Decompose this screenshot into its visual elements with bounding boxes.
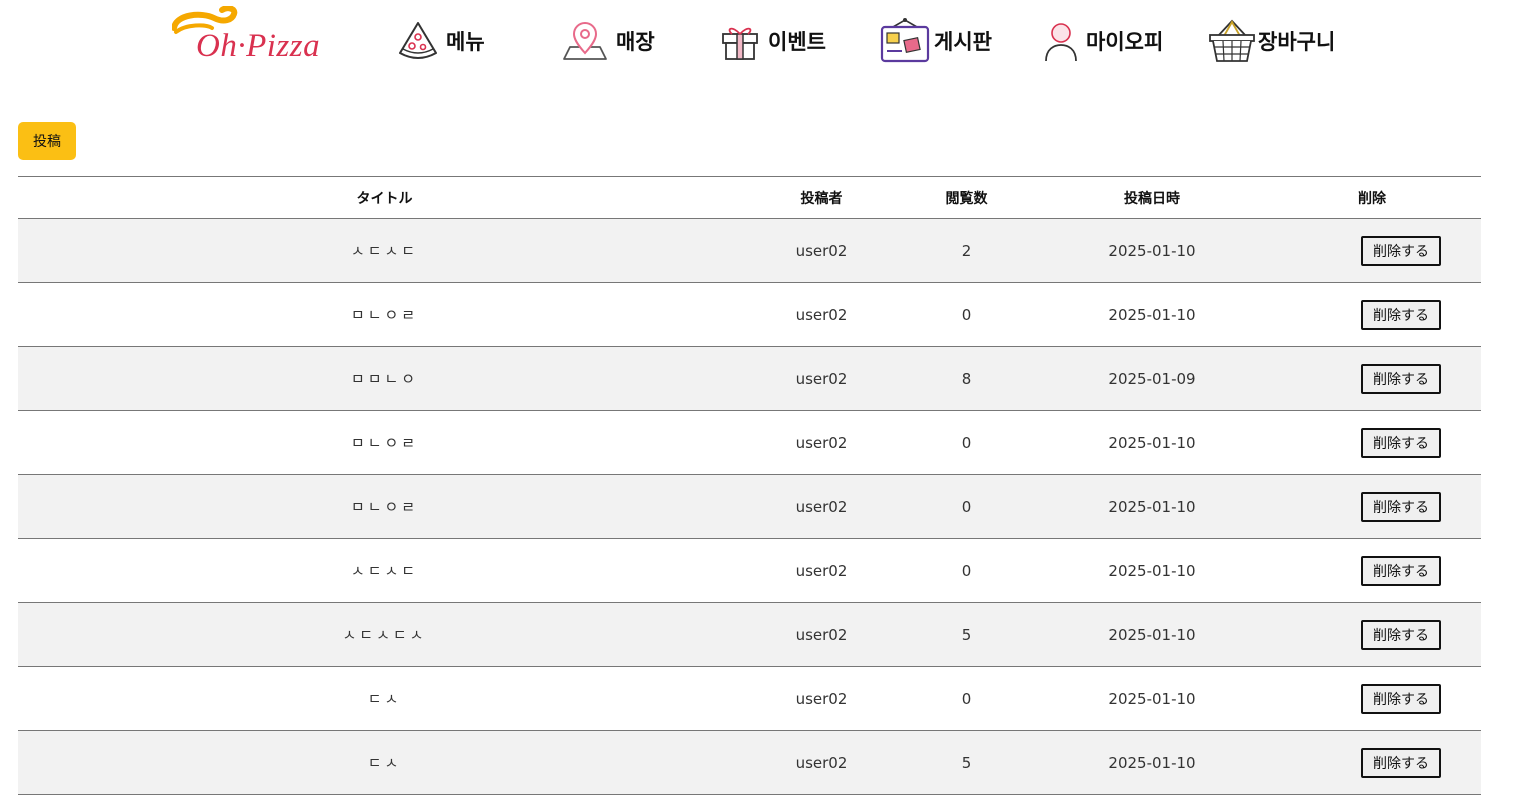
header-title: タイトル <box>18 176 751 219</box>
post-author: user02 <box>751 538 892 603</box>
post-date: 2025-01-09 <box>1041 346 1263 411</box>
table-row: ㅁㄴㅇㄹ user02 0 2025-01-10 削除する <box>18 282 1481 347</box>
nav-label: 매장 <box>616 30 655 54</box>
header-views: 閲覧数 <box>892 176 1041 219</box>
post-date: 2025-01-10 <box>1041 218 1263 283</box>
post-title[interactable]: ㅁㄴㅇㄹ <box>18 410 751 475</box>
delete-cell: 削除する <box>1263 602 1481 667</box>
delete-button[interactable]: 削除する <box>1361 683 1441 714</box>
delete-cell: 削除する <box>1263 474 1481 539</box>
delete-button[interactable]: 削除する <box>1361 555 1441 586</box>
post-views: 0 <box>892 474 1041 539</box>
board-body: ㅅㄷㅅㄷ user02 2 2025-01-10 削除する ㅁㄴㅇㄹ user02 0 2025… <box>18 218 1481 795</box>
delete-button[interactable]: 削除する <box>1361 235 1441 266</box>
nav-item-cart[interactable]: 장바구니 <box>1208 14 1335 68</box>
post-views: 0 <box>892 666 1041 731</box>
table-row: ㅅㄷㅅㄷ user02 0 2025-01-10 削除する <box>18 538 1481 603</box>
delete-cell: 削除する <box>1263 730 1481 795</box>
table-row: ㄷㅅ user02 0 2025-01-10 削除する <box>18 666 1481 731</box>
delete-cell: 削除する <box>1263 538 1481 603</box>
logo[interactable]: Oh·Pizza <box>172 6 332 66</box>
post-author: user02 <box>751 410 892 475</box>
bulletin-board-icon <box>878 17 932 65</box>
table-header-row: タイトル 投稿者 閲覧数 投稿日時 削除 <box>18 176 1481 219</box>
post-date: 2025-01-10 <box>1041 538 1263 603</box>
nav-label: 메뉴 <box>446 30 485 54</box>
delete-button[interactable]: 削除する <box>1361 619 1441 650</box>
post-author: user02 <box>751 218 892 283</box>
nav-item-board[interactable]: 게시판 <box>878 14 992 68</box>
nav-label: 게시판 <box>934 30 992 54</box>
post-views: 0 <box>892 538 1041 603</box>
table-row: ㅁㅁㄴㅇ user02 8 2025-01-09 削除する <box>18 346 1481 411</box>
gift-icon <box>718 19 762 63</box>
post-title[interactable]: ㅅㄷㅅㄷ <box>18 218 751 283</box>
site-header: Oh·Pizza 메뉴 매장 이벤트 게시판 마이오피 장바구니 <box>0 0 1524 92</box>
post-title[interactable]: ㅅㄷㅅㄷㅅ <box>18 602 751 667</box>
delete-button[interactable]: 削除する <box>1361 747 1441 778</box>
user-icon <box>1042 19 1080 63</box>
post-date: 2025-01-10 <box>1041 730 1263 795</box>
post-title[interactable]: ㅅㄷㅅㄷ <box>18 538 751 603</box>
nav-label: 장바구니 <box>1258 30 1336 54</box>
logo-text: Oh·Pizza <box>196 28 321 64</box>
post-button[interactable]: 投稿 <box>18 122 76 160</box>
post-date: 2025-01-10 <box>1041 410 1263 475</box>
nav-item-event[interactable]: 이벤트 <box>718 14 826 68</box>
post-views: 5 <box>892 602 1041 667</box>
table-row: ㄷㅅ user02 5 2025-01-10 削除する <box>18 730 1481 795</box>
delete-button[interactable]: 削除する <box>1361 299 1441 330</box>
post-views: 5 <box>892 730 1041 795</box>
post-date: 2025-01-10 <box>1041 666 1263 731</box>
table-row: ㅁㄴㅇㄹ user02 0 2025-01-10 削除する <box>18 474 1481 539</box>
post-author: user02 <box>751 282 892 347</box>
header-delete: 削除 <box>1263 176 1481 219</box>
post-author: user02 <box>751 346 892 411</box>
post-views: 0 <box>892 410 1041 475</box>
nav-label: 마이오피 <box>1086 30 1164 54</box>
post-title[interactable]: ㅁㅁㄴㅇ <box>18 346 751 411</box>
post-author: user02 <box>751 666 892 731</box>
delete-button[interactable]: 削除する <box>1361 427 1441 458</box>
post-author: user02 <box>751 474 892 539</box>
nav-item-menu[interactable]: 메뉴 <box>396 14 485 68</box>
nav-label: 이벤트 <box>768 30 826 54</box>
basket-icon <box>1208 18 1256 64</box>
post-title[interactable]: ㅁㄴㅇㄹ <box>18 474 751 539</box>
post-views: 0 <box>892 282 1041 347</box>
post-title[interactable]: ㅁㄴㅇㄹ <box>18 282 751 347</box>
pizza-slice-icon <box>396 19 440 63</box>
nav-item-store[interactable]: 매장 <box>560 14 655 68</box>
delete-cell: 削除する <box>1263 282 1481 347</box>
post-date: 2025-01-10 <box>1041 602 1263 667</box>
delete-button[interactable]: 削除する <box>1361 363 1441 394</box>
delete-button[interactable]: 削除する <box>1361 491 1441 522</box>
post-views: 2 <box>892 218 1041 283</box>
board-table: タイトル 投稿者 閲覧数 投稿日時 削除 ㅅㄷㅅㄷ user02 2 2025-01-… <box>18 176 1481 795</box>
header-author: 投稿者 <box>751 176 892 219</box>
table-row: ㅁㄴㅇㄹ user02 0 2025-01-10 削除する <box>18 410 1481 475</box>
post-title[interactable]: ㄷㅅ <box>18 666 751 731</box>
post-date: 2025-01-10 <box>1041 474 1263 539</box>
table-row: ㅅㄷㅅㄷ user02 2 2025-01-10 削除する <box>18 218 1481 283</box>
post-author: user02 <box>751 602 892 667</box>
post-date: 2025-01-10 <box>1041 282 1263 347</box>
header-date: 投稿日時 <box>1041 176 1263 219</box>
delete-cell: 削除する <box>1263 410 1481 475</box>
delete-cell: 削除する <box>1263 666 1481 731</box>
post-views: 8 <box>892 346 1041 411</box>
post-author: user02 <box>751 730 892 795</box>
post-title[interactable]: ㄷㅅ <box>18 730 751 795</box>
map-pin-icon <box>560 19 610 63</box>
table-row: ㅅㄷㅅㄷㅅ user02 5 2025-01-10 削除する <box>18 602 1481 667</box>
delete-cell: 削除する <box>1263 218 1481 283</box>
nav-item-mypage[interactable]: 마이오피 <box>1042 14 1163 68</box>
delete-cell: 削除する <box>1263 346 1481 411</box>
